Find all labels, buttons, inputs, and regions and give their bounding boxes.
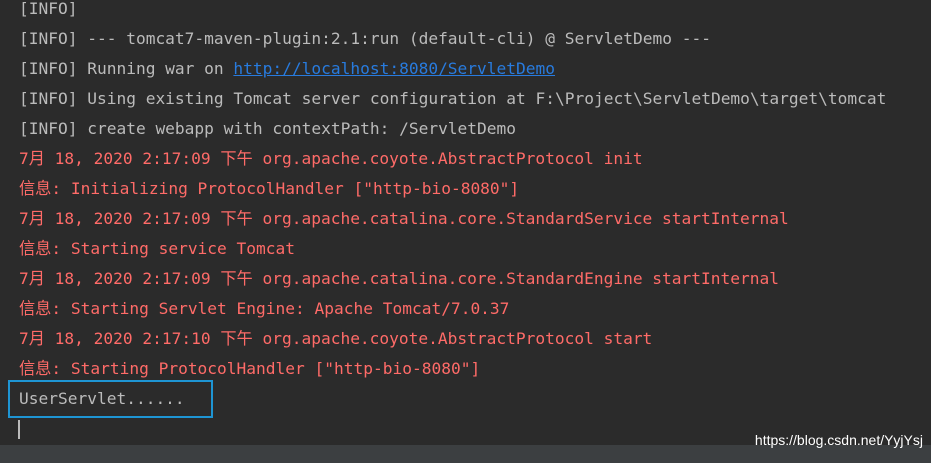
console-line-error: 7月 18, 2020 2:17:10 下午 org.apache.coyote… bbox=[19, 329, 653, 348]
console-line: [INFO] --- tomcat7-maven-plugin:2.1:run … bbox=[19, 29, 711, 48]
console-line: [INFO] create webapp with contextPath: /… bbox=[19, 119, 517, 138]
console-line: [INFO] Running war on http://localhost:8… bbox=[19, 58, 555, 88]
console-line: [INFO] Using existing Tomcat server conf… bbox=[19, 89, 887, 108]
console-line-text: [INFO] Running war on bbox=[19, 59, 234, 78]
console-line: [INFO] bbox=[19, 0, 78, 18]
console-line-error: 7月 18, 2020 2:17:09 下午 org.apache.catali… bbox=[19, 209, 789, 228]
console-output[interactable]: [INFO] [INFO] --- tomcat7-maven-plugin:2… bbox=[0, 0, 931, 445]
console-line-error: 信息: Initializing ProtocolHandler ["http-… bbox=[19, 179, 520, 198]
highlight-annotation-box bbox=[8, 380, 213, 418]
text-cursor bbox=[18, 420, 20, 439]
console-line-error: 7月 18, 2020 2:17:09 下午 org.apache.catali… bbox=[19, 269, 779, 288]
localhost-link[interactable]: http://localhost:8080/ServletDemo bbox=[233, 59, 555, 78]
console-line-error: 7月 18, 2020 2:17:09 下午 org.apache.coyote… bbox=[19, 149, 643, 168]
console-line-error: 信息: Starting service Tomcat bbox=[19, 239, 296, 258]
watermark: https://blog.csdn.net/YyjYsj bbox=[754, 432, 923, 448]
console-line-error: 信息: Starting Servlet Engine: Apache Tomc… bbox=[19, 299, 510, 318]
